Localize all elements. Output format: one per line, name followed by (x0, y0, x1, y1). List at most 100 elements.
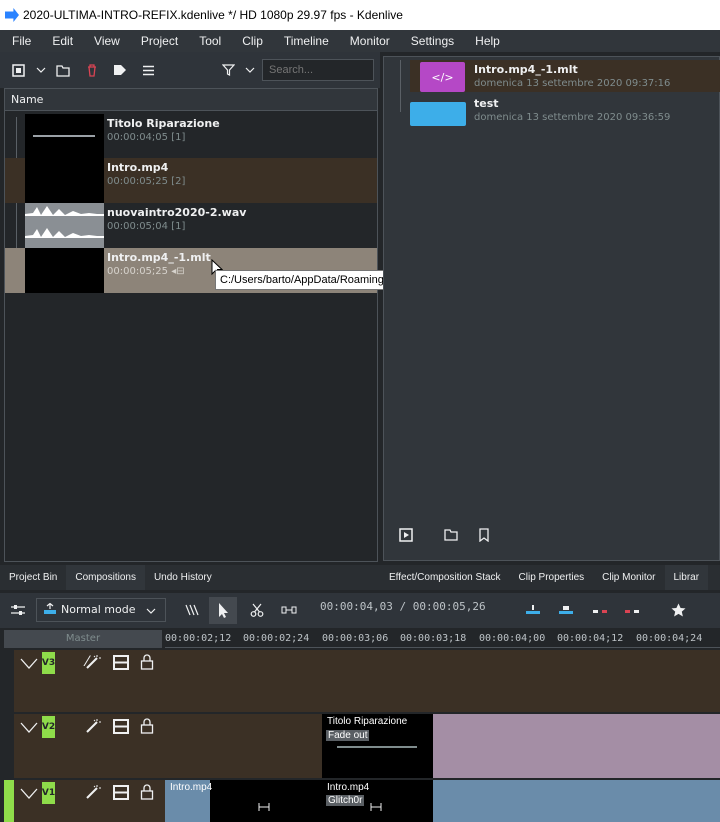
audio-waveform-thumbnail (25, 203, 104, 248)
menu-monitor[interactable]: Monitor (338, 34, 399, 48)
film-strip-icon[interactable] (113, 785, 129, 800)
effects-wand-icon[interactable] (85, 655, 101, 669)
effects-wand-icon[interactable] (85, 719, 101, 733)
tab-undo-history[interactable]: Undo History (145, 565, 221, 590)
kdenlive-app-icon (5, 8, 19, 22)
track-name-badge[interactable]: V2 (42, 716, 55, 738)
menu-settings[interactable]: Settings (399, 34, 463, 48)
ruler-label: 00:00:02;24 (243, 633, 310, 644)
tag-icon[interactable] (112, 62, 128, 78)
ruler-label: 00:00:03;18 (400, 633, 467, 644)
master-label[interactable]: Master (4, 630, 162, 648)
menu-clip[interactable]: Clip (230, 34, 272, 48)
audio-video-icon: ◂⊟ (171, 266, 185, 277)
tab-effect-composition-stack[interactable]: Effect/Composition Stack (380, 565, 510, 590)
clip-name: nuovaintro2020-2.wav (107, 206, 247, 219)
timeline-clip-title-extend[interactable] (433, 714, 720, 778)
clip-duration: 00:00:05;04 [1] (107, 221, 186, 232)
track-lane-v1[interactable]: Intro.mp4 Intro.mp4 Glitch0r (165, 780, 720, 822)
clip-duration: 00:00:05;25 ◂⊟ (107, 266, 185, 277)
timeline-timecode[interactable]: 00:00:04,03 / 00:00:05,26 (320, 600, 486, 613)
list-item[interactable]: Titolo Riparazione 00:00:04;05 [1] (5, 114, 377, 159)
menu-icon[interactable] (140, 62, 156, 78)
tab-clip-monitor[interactable]: Clip Monitor (593, 565, 664, 590)
clip-name: Intro.mp4 (107, 161, 169, 174)
track-name-badge[interactable]: V1 (42, 782, 55, 804)
film-strip-icon[interactable] (113, 655, 129, 670)
menu-help[interactable]: Help (463, 34, 509, 48)
left-dock-tabs: Project Bin Compositions Undo History (0, 565, 380, 590)
collapse-chevron-icon[interactable] (20, 722, 38, 734)
menu-edit[interactable]: Edit (40, 34, 82, 48)
library-panel (383, 56, 720, 561)
track-header-v1[interactable]: V1 (14, 780, 165, 822)
delete-icon[interactable] (84, 62, 100, 78)
filter-icon[interactable] (220, 62, 236, 78)
bookmark-icon[interactable] (476, 527, 492, 543)
tab-library[interactable]: Librar (664, 565, 709, 590)
new-folder-icon[interactable] (443, 527, 459, 543)
menu-tool[interactable]: Tool (187, 34, 230, 48)
film-strip-icon[interactable] (113, 719, 129, 734)
selection-tool-button[interactable] (209, 597, 237, 624)
track-settings-icon[interactable] (10, 602, 26, 618)
timeline-clip-video-extend[interactable] (433, 780, 720, 822)
clip-label: Intro.mp4 (170, 782, 213, 793)
chevron-down-icon[interactable] (33, 62, 49, 78)
lift-zone-icon[interactable] (624, 602, 640, 618)
collapse-chevron-icon[interactable] (20, 788, 38, 800)
timeline-clip-title[interactable]: Titolo Riparazione Fade out (322, 714, 433, 778)
lock-icon[interactable] (140, 654, 154, 670)
lock-icon[interactable] (140, 784, 154, 800)
new-folder-icon[interactable] (55, 62, 71, 78)
spacer-tool-icon[interactable] (281, 602, 297, 618)
library-item[interactable]: </> Intro.mp4_-1.mlt domenica 13 settemb… (410, 60, 720, 92)
star-icon[interactable] (670, 602, 686, 618)
menu-project[interactable]: Project (129, 34, 187, 48)
ruler-label: 00:00:02;12 (165, 633, 232, 644)
keyframe-handle-icon (370, 803, 382, 811)
overwrite-zone-icon[interactable] (558, 602, 574, 618)
library-item-name: Intro.mp4_-1.mlt (474, 63, 578, 76)
ruler-label: 00:00:04;12 (557, 633, 624, 644)
search-input[interactable] (262, 59, 374, 81)
list-item[interactable]: nuovaintro2020-2.wav 00:00:05;04 [1] (5, 203, 377, 248)
edit-mode-value: Normal mode (61, 603, 136, 616)
library-item[interactable]: test domenica 13 settembre 2020 09:36:59 (410, 94, 720, 126)
tab-clip-properties[interactable]: Clip Properties (510, 565, 594, 590)
library-item-date: domenica 13 settembre 2020 09:37:16 (474, 78, 671, 89)
keyframe-handle-icon (258, 803, 270, 811)
clip-label: Intro.mp4 (327, 782, 370, 793)
track-header-v2[interactable]: V2 (14, 714, 165, 778)
list-item[interactable]: Intro.mp4 00:00:05;25 [2] (5, 158, 377, 203)
cut-icon[interactable] (249, 602, 265, 618)
track-lane-v3[interactable] (165, 650, 720, 712)
lock-icon[interactable] (140, 718, 154, 734)
clip-thumbnail (25, 158, 104, 203)
timeline-clip-video[interactable]: Intro.mp4 Glitch0r (322, 780, 433, 822)
bin-column-header-name[interactable]: Name (5, 89, 377, 111)
extract-zone-icon[interactable] (592, 602, 608, 618)
clip-duration: 00:00:04;05 [1] (107, 132, 186, 143)
timeline-clip-video[interactable]: Intro.mp4 (165, 780, 322, 822)
right-dock-tabs: Effect/Composition Stack Clip Properties… (380, 565, 720, 590)
add-clip-icon[interactable] (10, 62, 26, 78)
menu-view[interactable]: View (82, 34, 129, 48)
chevron-down-icon[interactable] (242, 62, 258, 78)
track-lane-v2[interactable]: Titolo Riparazione Fade out (165, 714, 720, 778)
normal-mode-icon (43, 602, 57, 618)
menu-timeline[interactable]: Timeline (272, 34, 338, 48)
add-to-timeline-icon[interactable] (398, 527, 414, 543)
track-header-v3[interactable]: V3 ⁄ (14, 650, 165, 712)
insert-zone-icon[interactable] (525, 602, 541, 618)
razor-spacer-icon[interactable] (184, 602, 200, 618)
effects-wand-icon[interactable] (85, 785, 101, 799)
tab-compositions[interactable]: Compositions (66, 565, 145, 590)
collapse-chevron-icon[interactable] (20, 658, 38, 670)
clip-name: Titolo Riparazione (107, 117, 220, 130)
menu-file[interactable]: File (0, 34, 40, 48)
clip-thumbnail (25, 114, 104, 159)
ruler-label: 00:00:04;24 (636, 633, 703, 644)
tab-project-bin[interactable]: Project Bin (0, 565, 66, 590)
track-name-badge[interactable]: V3 (42, 652, 55, 674)
